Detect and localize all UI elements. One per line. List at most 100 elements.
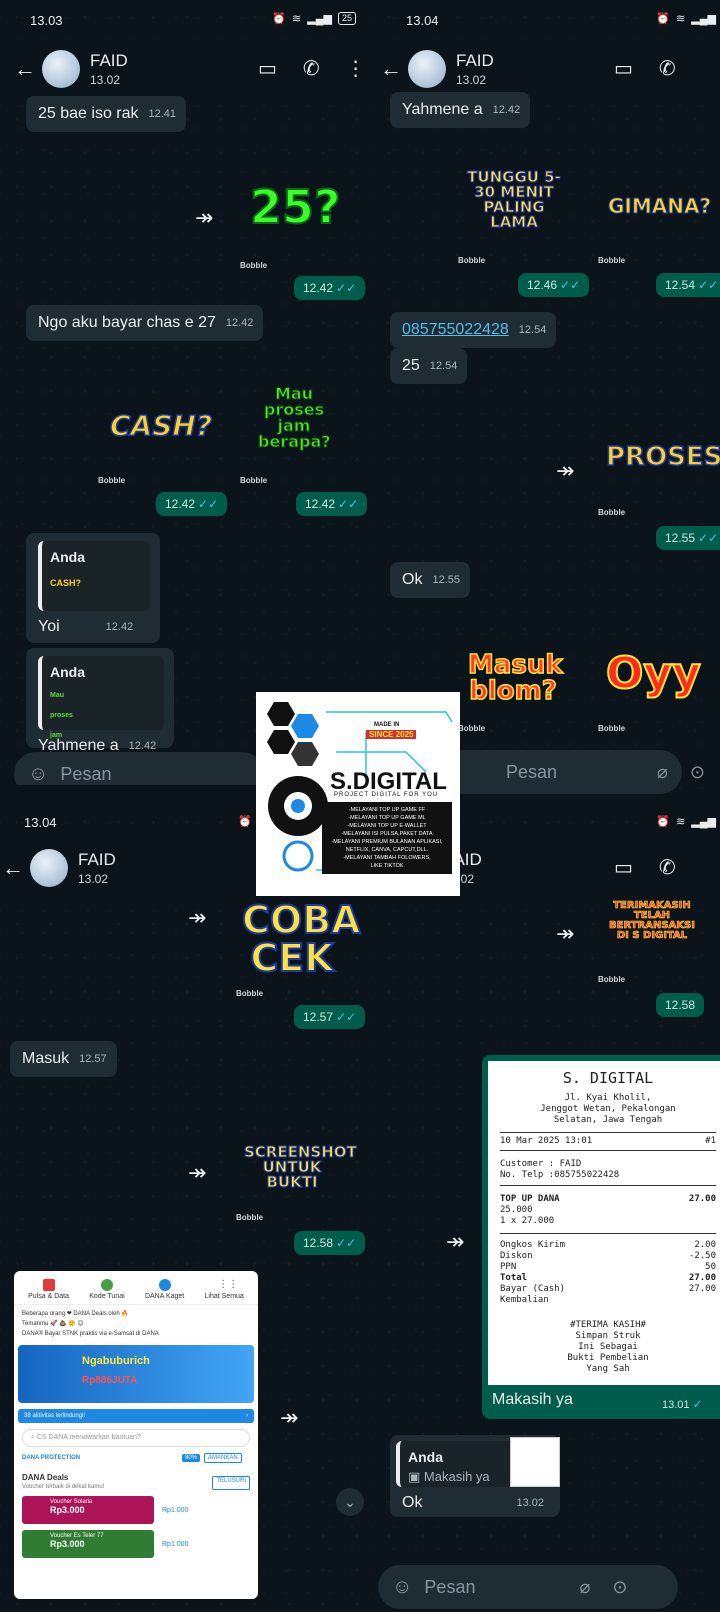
chat-header: ← FAID 13.02 ▭ ✆ ⋮	[0, 40, 372, 98]
signal-icon: ▂▄▆	[307, 13, 332, 25]
dana-search[interactable]: ⌕ CS DANA menawarkan bantuan?	[22, 1429, 250, 1447]
avatar[interactable]	[42, 50, 80, 88]
reply-bubble[interactable]: Anda CASH? Yoi 12.42	[26, 533, 160, 643]
phone-call-icon[interactable]: ✆	[659, 56, 676, 81]
scroll-down-icon[interactable]: ⌄	[336, 1488, 364, 1516]
sticker-label: Bobble	[458, 256, 486, 265]
receipt-image[interactable]: S. DIGITAL Jl. Kyai Kholil, Jenggot Weta…	[488, 1061, 720, 1385]
message-bubble[interactable]: Yahmene a 12.42	[390, 92, 531, 128]
sticker[interactable]: PROSES	[605, 443, 720, 471]
message-text: Masuk	[22, 1050, 70, 1067]
attach-icon[interactable]: ⌀	[579, 1577, 590, 1598]
voucher-item[interactable]: Voucher Es Teler 77 Rp3.000 Rp1.000	[22, 1530, 250, 1558]
message-text: 25	[402, 357, 420, 374]
protection-banner[interactable]: 38 aktivitas terlindungi! ›	[18, 1409, 254, 1423]
message-status: 12.46 ✓✓	[518, 273, 590, 297]
battery-icon: 25	[337, 12, 356, 25]
message-input[interactable]: ☺ Pesan ⌀ ⊙	[378, 1565, 678, 1609]
alarm-icon: ⏰	[656, 816, 671, 828]
forward-icon[interactable]: ↠	[188, 1160, 206, 1186]
sticker-label: Bobble	[236, 1213, 264, 1222]
promo-banner[interactable]: Ngabuburich Rp886JUTA	[18, 1345, 254, 1403]
back-arrow-icon[interactable]: ←	[380, 56, 402, 82]
video-call-icon[interactable]: ▭	[614, 56, 633, 81]
sticker[interactable]: TERIMAKASIH TELAH BERTRANSAKSI DI S DIGI…	[608, 900, 696, 941]
voucher-item[interactable]: Voucher Solaria Rp3.000 Rp1.000	[22, 1496, 250, 1524]
chat-panel-1: 13.03 ⏰ ≋ ▂▄▆ 25 ← FAID 13.02 ▭ ✆ ⋮ 25 bae iso…	[0, 0, 372, 785]
message-text: Yahmene a	[402, 101, 483, 118]
sticker-label: Bobble	[240, 476, 268, 485]
message-time: 12.42	[128, 740, 157, 752]
contact-name[interactable]: FAID	[78, 850, 116, 870]
avatar[interactable]	[30, 849, 68, 887]
emoji-icon[interactable]: ☺	[392, 1576, 412, 1599]
dana-screenshot[interactable]: Pulsa & Data Kode Tunai DANA Kaget ⋮⋮ Lih…	[14, 1271, 258, 1599]
telusuri-button[interactable]: TELUSURI	[212, 1476, 250, 1490]
sticker[interactable]: GIMANA?	[607, 196, 711, 217]
back-arrow-icon[interactable]: ←	[2, 855, 24, 881]
message-text: 25 bae iso rak	[38, 105, 139, 122]
message-status: 12.55 ✓✓	[656, 526, 720, 550]
chat-panel-2: 13.04 ⏰ ≋ ▂▄▆ ← FAID 13.02 ▭ ✆ Yahmene a 12.4…	[372, 0, 720, 795]
quote-author: Anda	[50, 549, 85, 565]
signal-icon: ▂▄▆	[691, 13, 716, 25]
forward-icon[interactable]: ↠	[280, 1405, 298, 1431]
alarm-icon: ⏰	[272, 13, 287, 25]
message-time: 12.54	[518, 324, 547, 336]
contact-name[interactable]: FAID	[456, 51, 494, 71]
message-status: 12.58	[656, 993, 705, 1017]
sticker[interactable]: 25?	[249, 183, 342, 231]
forward-icon[interactable]: ↠	[195, 205, 213, 231]
message-status: 12.57 ✓✓	[294, 1005, 366, 1029]
contact-name[interactable]: FAID	[90, 51, 128, 71]
more-options-icon[interactable]: ⋮	[346, 56, 366, 81]
sticker[interactable]: TUNGGU 5-30 MENIT PALING LAMA	[466, 169, 562, 230]
forward-icon[interactable]: ↠	[556, 458, 574, 484]
sticker[interactable]: Oyy	[605, 651, 702, 697]
back-arrow-icon[interactable]: ←	[14, 56, 36, 82]
menu-item: Kode Tunai	[89, 1279, 125, 1300]
status-bar: 13.03 ⏰ ≋ ▂▄▆ 25	[0, 0, 372, 40]
message-time: 13.01 ✓	[662, 1397, 703, 1411]
forward-icon[interactable]: ↠	[556, 921, 574, 947]
video-call-icon[interactable]: ▭	[614, 855, 633, 880]
amankan-button[interactable]: AMANKAN	[204, 1453, 242, 1463]
video-call-icon[interactable]: ▭	[258, 56, 277, 81]
message-time: 12.55	[432, 574, 460, 586]
sticker-label: Bobble	[240, 261, 268, 270]
sticker[interactable]: Masuk blom?	[467, 651, 563, 705]
message-bubble[interactable]: Masuk 12.57	[10, 1041, 117, 1077]
message-bubble[interactable]: 25 bae iso rak 12.41	[26, 96, 187, 132]
reply-bubble[interactable]: AndaMau proses jam berapa? Yahmene a12.4…	[26, 648, 174, 759]
message-input[interactable]: Pesan ⌀ ⊙	[432, 750, 705, 794]
message-bubble[interactable]: Ngo aku bayar chas e 27 12.42	[26, 305, 264, 341]
promo-image: MADE IN SINCE 2025 S.DIGITAL PROJECT DIG…	[256, 692, 460, 896]
promo-made: MADE IN	[374, 722, 400, 728]
last-seen: 13.02	[78, 872, 109, 886]
forward-icon[interactable]: ↠	[446, 1229, 464, 1255]
dana-protection-row: DANA PROTECTION 80% AMANKAN	[22, 1453, 250, 1463]
phone-call-icon[interactable]: ✆	[303, 56, 320, 81]
reply-bubble[interactable]: Anda ▣ Makasih ya Ok 13.02	[390, 1435, 560, 1517]
signal-icon: ▂▄▆	[691, 816, 716, 828]
message-bubble[interactable]: 085755022428 12.54	[390, 312, 557, 348]
camera-icon[interactable]: ⊙	[612, 1577, 627, 1598]
image-message[interactable]: S. DIGITAL Jl. Kyai Kholil, Jenggot Weta…	[482, 1055, 720, 1419]
sticker[interactable]: SCREENSHOT UNTUK BUKTI	[244, 1144, 358, 1190]
message-input[interactable]: ☺ Pesan	[14, 752, 264, 785]
avatar[interactable]	[408, 50, 446, 88]
camera-icon[interactable]: ⊙	[690, 762, 705, 783]
message-bubble[interactable]: Ok 12.55	[390, 562, 470, 598]
sticker[interactable]: COBA CEK	[241, 900, 362, 978]
chat-header: ← FAID 13.02 ▭ ✆	[372, 40, 720, 98]
sticker-label: Bobble	[98, 476, 126, 485]
message-bubble[interactable]: 25 12.54	[390, 348, 468, 384]
sticker[interactable]: CASH?	[109, 411, 213, 441]
sticker[interactable]: Mau proses jam berapa?	[258, 385, 332, 450]
attach-icon[interactable]: ⌀	[657, 762, 668, 783]
clock: 13.04	[406, 12, 439, 28]
phone-call-icon[interactable]: ✆	[659, 855, 676, 880]
phone-link[interactable]: 085755022428	[402, 321, 509, 338]
forward-icon[interactable]: ↠	[188, 905, 206, 931]
emoji-icon[interactable]: ☺	[28, 763, 48, 786]
